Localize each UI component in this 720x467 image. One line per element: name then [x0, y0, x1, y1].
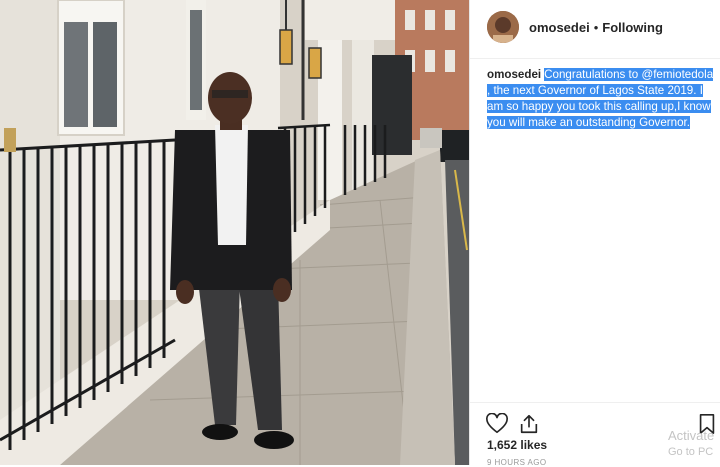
user-avatar[interactable]	[487, 11, 519, 43]
watermark-line1: Activate	[668, 428, 715, 443]
share-icon[interactable]	[518, 413, 540, 435]
post-side-panel: omosedei • Following omosedei Congratulatio…	[470, 0, 720, 467]
heart-icon[interactable]	[486, 413, 508, 435]
street-scene-image	[0, 0, 469, 465]
following-button[interactable]: Following	[602, 20, 663, 35]
activation-watermark: Activate Go to PC	[668, 428, 714, 460]
post-header: omosedei • Following	[470, 0, 720, 59]
header-username[interactable]: omosedei	[529, 20, 590, 35]
separator-dot: •	[593, 20, 599, 35]
post-photo[interactable]	[0, 0, 469, 465]
caption-username[interactable]: omosedei	[487, 68, 541, 81]
header-line: omosedei • Following	[529, 20, 663, 35]
avatar-image	[487, 11, 519, 43]
post-timestamp[interactable]: 9 HOURS AGO	[487, 458, 547, 467]
watermark-line2: Go to PC	[668, 446, 714, 458]
likes-count[interactable]: 1,652 likes	[487, 438, 547, 452]
post-caption: omosedei Congratulations to @femiotedola …	[487, 67, 715, 131]
